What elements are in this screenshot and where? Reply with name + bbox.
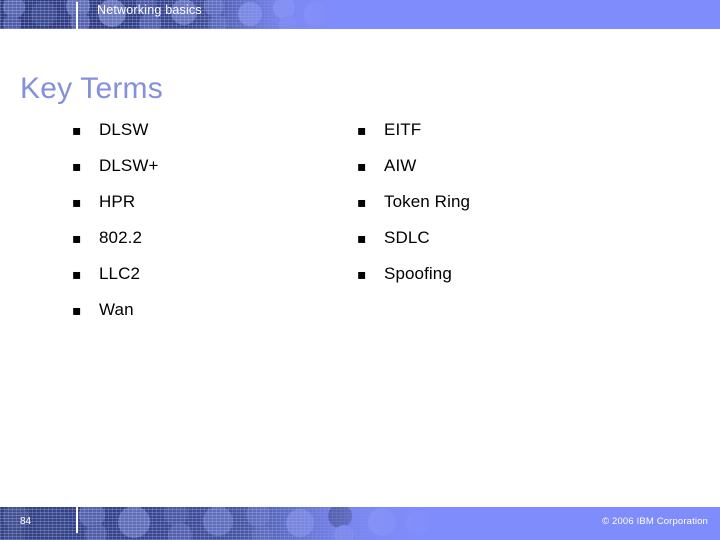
list-item-label: Token Ring <box>384 192 471 211</box>
footer-decoration-graphic <box>0 507 440 540</box>
list-item-label: Wan <box>99 300 134 319</box>
list-item: ▪ AIW <box>357 156 657 192</box>
list-item: ▪ Wan <box>72 300 322 336</box>
list-item: ▪ LLC2 <box>72 264 322 300</box>
square-bullet-icon: ▪ <box>72 303 82 319</box>
list-item: ▪ Token Ring <box>357 192 657 228</box>
square-bullet-icon: ▪ <box>357 231 367 247</box>
page-number: 84 <box>20 516 32 527</box>
list-item-label: SDLC <box>384 228 430 247</box>
list-item-label: DLSW+ <box>99 156 159 175</box>
footer-divider <box>76 507 78 533</box>
square-bullet-icon: ▪ <box>72 159 82 175</box>
square-bullet-icon: ▪ <box>72 123 82 139</box>
square-bullet-icon: ▪ <box>357 159 367 175</box>
copyright-notice: © 2006 IBM Corporation <box>602 516 708 527</box>
list-item: ▪ SDLC <box>357 228 657 264</box>
list-item: ▪ EITF <box>357 120 657 156</box>
list-item: ▪ DLSW+ <box>72 156 322 192</box>
slide-canvas: Networking basics Key Terms ▪ DLSW ▪ DLS… <box>0 0 720 540</box>
square-bullet-icon: ▪ <box>72 231 82 247</box>
list-item: ▪ DLSW <box>72 120 322 156</box>
list-item-label: Spoofing <box>384 264 452 283</box>
list-item-label: LLC2 <box>99 264 141 283</box>
footer-band: 84 © 2006 IBM Corporation <box>0 507 720 540</box>
list-item-label: AIW <box>384 156 417 175</box>
square-bullet-icon: ▪ <box>357 267 367 283</box>
header-divider <box>76 2 78 29</box>
bullet-list-right: ▪ EITF ▪ AIW ▪ Token Ring ▪ SDLC ▪ Spoof… <box>357 120 657 300</box>
header-title: Networking basics <box>97 3 202 17</box>
square-bullet-icon: ▪ <box>72 267 82 283</box>
list-item-label: 802.2 <box>99 228 143 247</box>
square-bullet-icon: ▪ <box>357 195 367 211</box>
list-item: ▪ 802.2 <box>72 228 322 264</box>
footer-fade-overlay <box>0 507 440 540</box>
bullet-list-left: ▪ DLSW ▪ DLSW+ ▪ HPR ▪ 802.2 ▪ LLC2 ▪ Wa… <box>72 120 322 336</box>
list-item: ▪ HPR <box>72 192 322 228</box>
page-title: Key Terms <box>20 72 163 105</box>
square-bullet-icon: ▪ <box>72 195 82 211</box>
square-bullet-icon: ▪ <box>357 123 367 139</box>
list-item: ▪ Spoofing <box>357 264 657 300</box>
header-band: Networking basics <box>0 0 720 29</box>
list-item-label: EITF <box>384 120 422 139</box>
list-item-label: DLSW <box>99 120 149 139</box>
list-item-label: HPR <box>99 192 136 211</box>
